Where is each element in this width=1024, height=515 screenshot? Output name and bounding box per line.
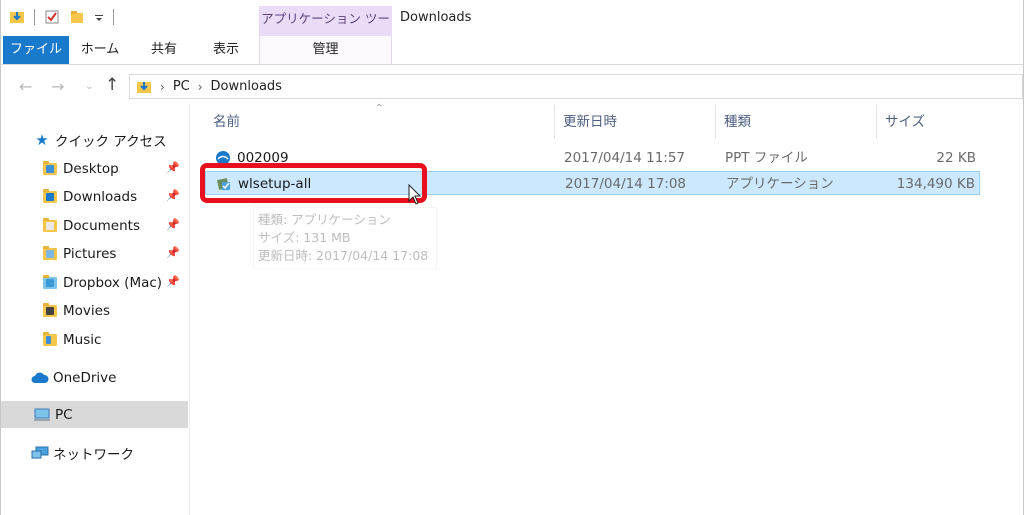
sidebar-item-dropbox[interactable]: Dropbox (Mac) 📌 <box>1 269 188 296</box>
address-bar[interactable]: › PC › Downloads <box>129 74 1023 99</box>
file-date: 2017/04/14 11:57 <box>564 150 686 166</box>
sidebar-item-label: ネットワーク <box>53 446 134 463</box>
column-header-size[interactable]: サイズ <box>877 105 986 139</box>
breadcrumb-downloads[interactable]: Downloads <box>211 79 282 94</box>
back-arrow-icon[interactable]: ← <box>19 77 32 96</box>
sidebar-item-label: クイック アクセス <box>55 133 167 150</box>
movies-folder-icon <box>41 302 59 320</box>
column-header-type[interactable]: 種類 <box>716 105 877 139</box>
downloads-folder-icon <box>41 188 59 206</box>
dropbox-folder-icon <box>41 274 59 292</box>
file-type: アプリケーション <box>726 176 834 192</box>
sidebar-item-documents[interactable]: Documents 📌 <box>1 212 188 239</box>
sidebar-item-label: Documents <box>63 217 140 234</box>
breadcrumb-chevron-icon[interactable]: › <box>198 80 203 94</box>
sidebar-item-desktop[interactable]: Desktop 📌 <box>1 155 188 182</box>
new-folder-icon[interactable] <box>69 9 85 25</box>
tab-view[interactable]: 表示 <box>197 36 255 64</box>
column-header-name[interactable]: 名前 <box>205 105 555 139</box>
sidebar-item-label: Pictures <box>63 245 117 262</box>
customize-dropdown-icon[interactable] <box>94 9 104 25</box>
file-type: PPT ファイル <box>725 150 808 166</box>
downloads-location-icon <box>137 81 151 93</box>
breadcrumb-chevron-icon[interactable]: › <box>160 80 165 94</box>
file-date: 2017/04/14 17:08 <box>565 176 687 192</box>
file-info-tooltip: 種類: アプリケーション サイズ: 131 MB 更新日時: 2017/04/1… <box>253 207 437 269</box>
pin-icon[interactable]: 📌 <box>166 275 180 288</box>
tab-home[interactable]: ホーム <box>71 36 129 64</box>
breadcrumb-pc[interactable]: PC <box>173 79 190 94</box>
computer-icon <box>33 406 51 424</box>
recent-locations-chevron-icon[interactable]: ⌄ <box>85 81 93 92</box>
sidebar-item-onedrive[interactable]: OneDrive <box>1 364 188 391</box>
forward-arrow-icon[interactable]: → <box>51 77 64 96</box>
quick-access-toolbar <box>9 9 114 25</box>
sidebar-item-quick-access[interactable]: ★ クイック アクセス <box>1 126 188 153</box>
sidebar-item-label: PC <box>55 406 73 423</box>
sidebar-item-downloads[interactable]: Downloads 📌 <box>1 183 188 210</box>
application-tools-header: アプリケーション ツール <box>259 6 392 52</box>
file-size: 134,490 KB <box>896 176 975 192</box>
pin-icon[interactable]: 📌 <box>166 189 180 202</box>
pin-icon[interactable]: 📌 <box>166 218 180 231</box>
sidebar-item-label: Desktop <box>63 160 119 177</box>
window-title: Downloads <box>400 10 472 25</box>
sidebar-item-label: Downloads <box>63 188 138 205</box>
tooltip-modified: 更新日時: 2017/04/14 17:08 <box>258 248 429 263</box>
sidebar-item-label: Dropbox (Mac) <box>63 274 163 291</box>
red-highlight-annotation <box>200 163 427 203</box>
mouse-pointer-icon <box>408 184 422 205</box>
explorer-window: アプリケーション ツール Downloads ファイル ホーム 共有 表示 管理… <box>0 0 1024 515</box>
pin-icon[interactable]: 📌 <box>166 246 180 259</box>
star-icon: ★ <box>35 130 49 149</box>
pin-icon[interactable]: 📌 <box>166 161 180 174</box>
column-header-date[interactable]: 更新日時 <box>555 105 716 139</box>
downloads-folder-icon[interactable] <box>9 9 25 25</box>
sidebar-item-pictures[interactable]: Pictures 📌 <box>1 240 188 267</box>
ribbon-tabs: ファイル ホーム 共有 表示 管理 <box>1 36 1023 65</box>
tooltip-size: サイズ: 131 MB <box>258 230 351 245</box>
music-folder-icon <box>41 331 59 349</box>
navigation-pane: ★ クイック アクセス Desktop 📌 Downloads 📌 Docume… <box>1 105 190 515</box>
file-size: 22 KB <box>936 150 976 166</box>
navigation-bar: ← → ⌄ ↑ › PC › Downloads <box>1 65 1023 105</box>
pictures-folder-icon <box>41 245 59 263</box>
documents-folder-icon <box>41 217 59 235</box>
sidebar-item-movies[interactable]: Movies <box>1 297 188 324</box>
network-icon <box>31 444 49 462</box>
tab-manage[interactable]: 管理 <box>259 36 392 64</box>
sidebar-item-music[interactable]: Music <box>1 326 188 353</box>
sidebar-item-pc[interactable]: PC <box>1 401 188 428</box>
toolbar-divider <box>113 9 114 25</box>
sidebar-item-label: Music <box>63 331 102 348</box>
sidebar-item-label: Movies <box>63 302 110 319</box>
title-bar: アプリケーション ツール Downloads <box>1 0 1023 52</box>
up-arrow-icon[interactable]: ↑ <box>105 75 119 95</box>
tooltip-type: 種類: アプリケーション <box>258 212 391 227</box>
cloud-icon <box>31 369 49 387</box>
tab-share[interactable]: 共有 <box>135 36 193 64</box>
desktop-folder-icon <box>41 160 59 178</box>
toolbar-divider <box>34 9 35 25</box>
tab-file[interactable]: ファイル <box>3 36 69 64</box>
column-header-row: ⌃ 名前 更新日時 種類 サイズ <box>191 103 1023 139</box>
sidebar-item-label: OneDrive <box>53 369 117 386</box>
sidebar-item-network[interactable]: ネットワーク <box>1 439 188 466</box>
properties-checkmark-icon[interactable] <box>44 9 60 25</box>
